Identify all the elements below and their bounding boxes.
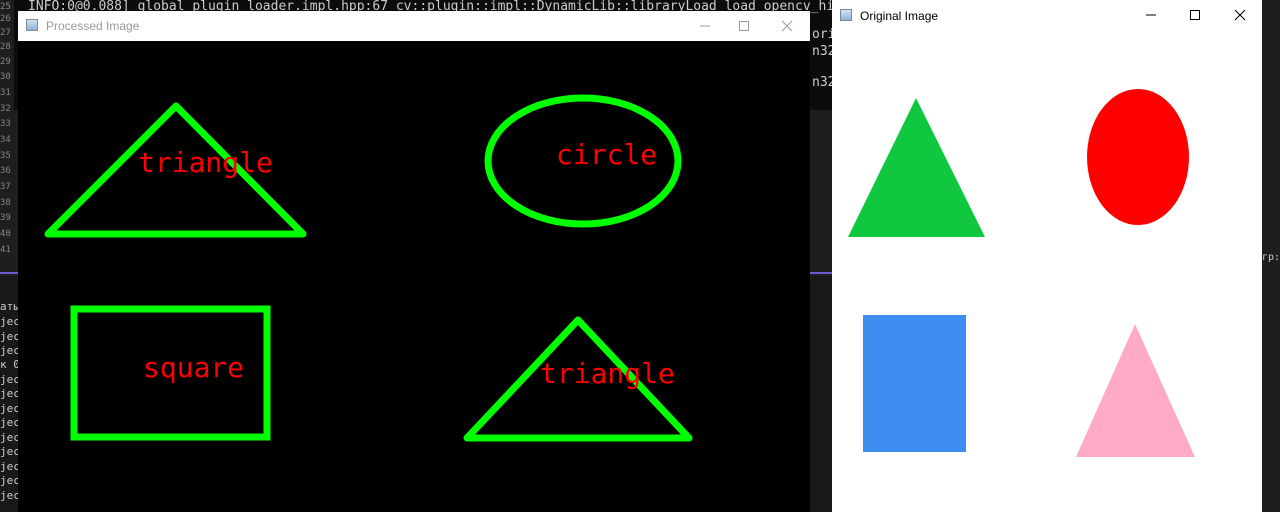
output-line: jec	[0, 402, 20, 415]
line-number: 28	[0, 42, 11, 52]
label-triangle-2: triangle	[540, 357, 675, 390]
pink-triangle	[1076, 324, 1195, 457]
window-app-icon	[26, 19, 38, 31]
maximize-button[interactable]	[1172, 0, 1218, 30]
output-line: jec	[0, 431, 20, 444]
line-number: 30	[0, 72, 11, 82]
output-line: jec	[0, 489, 20, 502]
line-number: 36	[0, 166, 11, 176]
line-number: 34	[0, 135, 11, 145]
line-number: 33	[0, 119, 11, 129]
blue-rectangle	[863, 315, 966, 452]
minimize-icon	[700, 25, 710, 27]
label-circle: circle	[556, 138, 657, 171]
maximize-icon	[739, 21, 749, 31]
line-number: 40	[0, 229, 11, 239]
output-line: к 0	[0, 358, 20, 371]
original-image-canvas	[832, 32, 1262, 512]
output-line: jec	[0, 460, 20, 473]
processed-image-canvas: triangle circle square triangle	[18, 41, 810, 512]
line-number: 26	[0, 14, 11, 24]
output-line: jec	[0, 416, 20, 429]
processed-shapes-svg: triangle circle square triangle	[44, 94, 693, 442]
close-button[interactable]	[1217, 0, 1263, 30]
line-number: 38	[0, 198, 11, 208]
line-number: 31	[0, 88, 11, 98]
output-line: jec	[0, 474, 20, 487]
line-number: 32	[0, 104, 11, 114]
output-line: аты	[0, 300, 20, 313]
green-triangle	[848, 98, 985, 237]
minimize-icon	[1146, 14, 1156, 16]
maximize-button[interactable]	[721, 11, 767, 41]
line-number: 35	[0, 151, 11, 161]
output-line: jec	[0, 315, 20, 328]
original-window-title: Original Image	[860, 9, 939, 23]
line-number: 41	[0, 245, 11, 255]
line-number-gutter: 25 26 27 28 29 30 31 32 33 34 35 36 37 3…	[0, 0, 14, 260]
original-image-window[interactable]: Original Image	[832, 0, 1262, 512]
original-shapes-svg	[848, 89, 1195, 457]
line-number: 27	[0, 28, 11, 38]
line-number: 29	[0, 57, 11, 67]
line-number: 25	[0, 2, 11, 12]
processed-window-titlebar[interactable]: Processed Image	[18, 11, 810, 41]
label-triangle-1: triangle	[138, 146, 273, 179]
minimize-button[interactable]	[1128, 0, 1174, 30]
status-fragment: гр: 6	[1262, 252, 1280, 263]
output-line: jec	[0, 344, 20, 357]
window-app-icon	[840, 9, 852, 21]
output-line: jec	[0, 330, 20, 343]
output-line: jec	[0, 445, 20, 458]
output-line: jec	[0, 373, 20, 386]
processed-image-window[interactable]: Processed Image triangle circle square t…	[18, 11, 810, 512]
original-window-titlebar[interactable]: Original Image	[832, 0, 1262, 32]
line-number: 37	[0, 182, 11, 192]
output-line: jec	[0, 387, 20, 400]
close-icon	[781, 20, 793, 32]
line-number: 39	[0, 213, 11, 223]
red-ellipse	[1087, 89, 1189, 225]
label-square: square	[143, 351, 244, 384]
close-button[interactable]	[764, 11, 810, 41]
close-icon	[1234, 9, 1246, 21]
processed-window-title: Processed Image	[46, 19, 140, 33]
maximize-icon	[1190, 10, 1200, 20]
